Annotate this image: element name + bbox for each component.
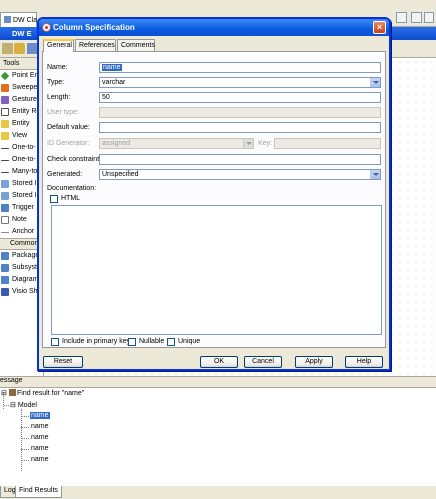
entity-icon: [1, 120, 9, 128]
find-results-tree: ⊟ Find result for "name" ⊟ Model name na…: [0, 387, 436, 486]
tab-general[interactable]: General: [43, 39, 74, 52]
anchor-icon: [1, 232, 9, 233]
find-result-item[interactable]: name: [31, 456, 49, 463]
unique-label: Unique: [178, 338, 201, 345]
generated-select[interactable]: Unspecified: [99, 169, 381, 180]
type-select[interactable]: varchar: [99, 77, 381, 88]
binoculars-icon: [9, 389, 16, 396]
note-icon: [1, 216, 9, 224]
primary-key-label: Include in primary key: [62, 338, 131, 345]
package-icon: [1, 252, 9, 260]
lock-icon[interactable]: [14, 43, 25, 54]
find-result-item[interactable]: name: [31, 434, 49, 441]
close-button[interactable]: ×: [373, 21, 386, 34]
tree-node-model[interactable]: ⊟ Model: [10, 401, 37, 409]
reset-button[interactable]: Reset: [43, 356, 83, 368]
name-field[interactable]: name: [99, 62, 381, 73]
one-to-one-icon: [1, 148, 9, 149]
documentation-editor[interactable]: [51, 205, 382, 335]
gesture-icon: [1, 96, 9, 104]
sweeper-icon: [1, 84, 9, 92]
close-editor-button[interactable]: [424, 12, 434, 23]
find-result-item[interactable]: name: [31, 445, 49, 452]
stack-icon[interactable]: [2, 43, 13, 54]
key-field: [274, 138, 381, 149]
nullable-label: Nullable: [139, 338, 165, 345]
primary-key-checkbox[interactable]: [51, 338, 59, 346]
entity-relationship-icon: [1, 108, 9, 116]
many-to-many-icon: [1, 172, 9, 173]
diagram-icon: [1, 276, 9, 284]
html-checkbox[interactable]: [50, 195, 58, 203]
find-result-item[interactable]: name: [30, 412, 50, 419]
check-constraint-label: Check constraint:: [47, 156, 102, 163]
ok-button[interactable]: OK: [200, 356, 238, 368]
tree-expander[interactable]: ⊟: [1, 389, 7, 397]
find-result-item[interactable]: name: [31, 423, 49, 430]
nullable-checkbox[interactable]: [128, 338, 136, 346]
html-checkbox-label: HTML: [61, 195, 81, 202]
find-result-root[interactable]: Find result for "name": [9, 389, 84, 397]
length-field[interactable]: 50: [99, 92, 381, 103]
message-panel: essage ⊟ Find result for "name" ⊟ Model …: [0, 376, 436, 499]
check-constraint-field[interactable]: [99, 154, 381, 165]
one-to-many-icon: [1, 160, 9, 161]
documentation-label: Documentation:: [47, 185, 97, 192]
minimize-editor-button[interactable]: [396, 12, 407, 23]
key-label: Key:: [258, 140, 273, 147]
user-type-label: User type:: [47, 109, 79, 116]
pointer-icon: [0, 71, 10, 81]
tab-comments[interactable]: Comments: [117, 39, 155, 51]
apply-button[interactable]: Apply: [295, 356, 333, 368]
column-icon: [42, 23, 51, 32]
general-panel: Name: name Type: varchar Length: 50 User…: [42, 51, 386, 348]
class-diagram-icon: [4, 16, 11, 23]
visio-shape-icon: [1, 288, 9, 296]
generated-label: Generated:: [47, 171, 83, 178]
maximize-editor-button[interactable]: [411, 12, 422, 23]
editor-tab-dw-class[interactable]: DW Cla: [0, 12, 37, 27]
tab-find-results[interactable]: Find Results: [15, 486, 62, 498]
unique-checkbox[interactable]: [167, 338, 175, 346]
dialog-titlebar[interactable]: Column Specification ×: [39, 19, 389, 36]
id-generator-select: assigned: [99, 138, 254, 149]
default-value-field[interactable]: [99, 122, 381, 133]
column-specification-dialog: Column Specification × General Reference…: [37, 17, 391, 371]
view-icon: [1, 132, 9, 140]
stored-resultset-icon: [1, 192, 9, 200]
trigger-icon: [1, 204, 9, 212]
default-value-label: Default value:: [47, 124, 90, 131]
chevron-down-icon[interactable]: [370, 170, 380, 179]
chevron-down-icon: [243, 139, 253, 148]
message-tabs: Log Find Results: [0, 486, 436, 499]
message-panel-header: essage: [0, 376, 436, 386]
help-button[interactable]: Help: [345, 356, 383, 368]
id-generator-label: ID Generator:: [47, 140, 90, 147]
length-label: Length:: [47, 94, 71, 101]
type-label: Type:: [47, 79, 65, 86]
cancel-button[interactable]: Cancel: [244, 356, 282, 368]
name-label: Name:: [47, 64, 68, 71]
subsystem-icon: [1, 264, 9, 272]
chevron-down-icon[interactable]: [370, 78, 380, 87]
stored-procedure-icon: [1, 180, 9, 188]
user-type-field: [99, 107, 381, 118]
tab-references[interactable]: References: [75, 39, 116, 51]
